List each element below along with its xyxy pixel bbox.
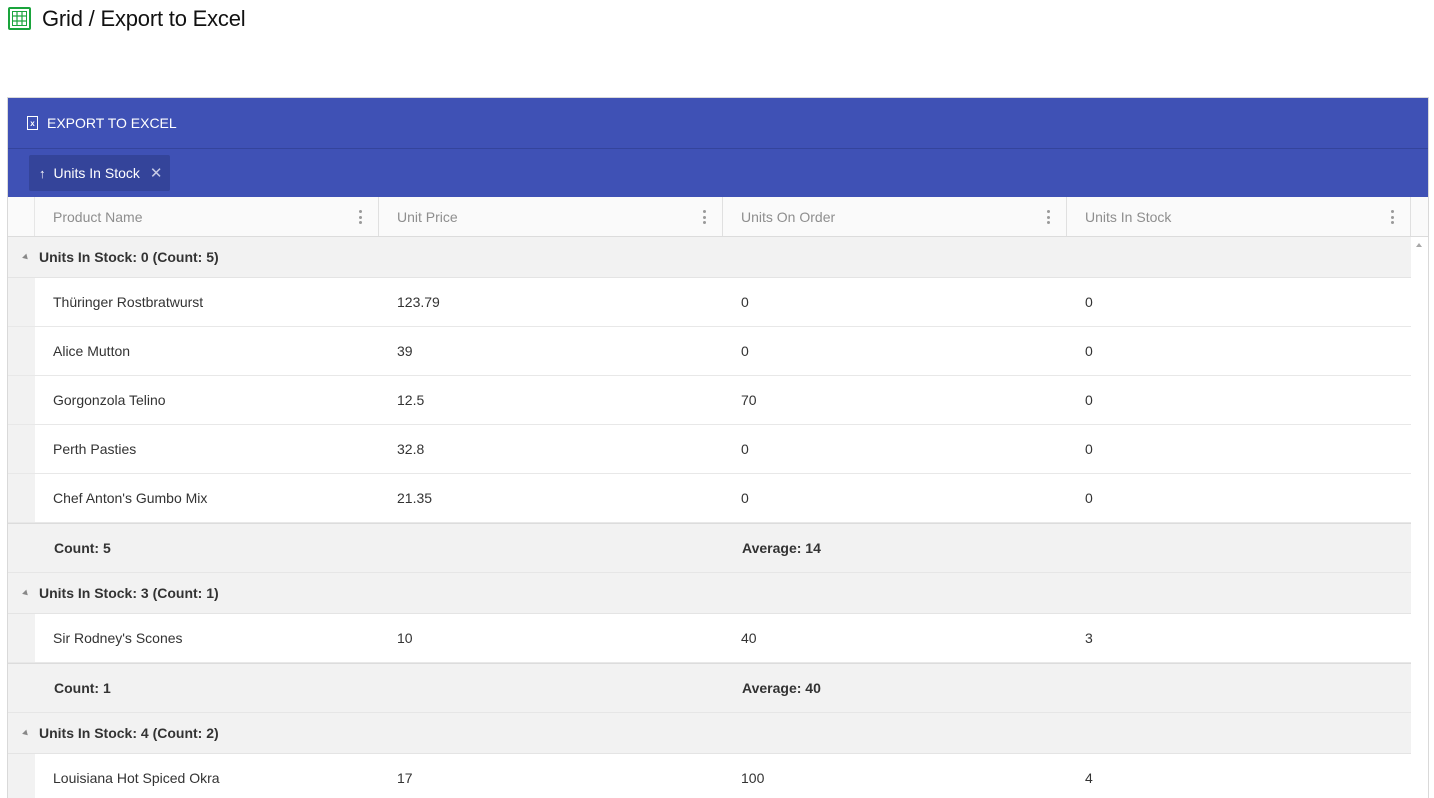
cell-product-name[interactable]: Gorgonzola Telino [35, 376, 379, 424]
group-footer-row: Count: 1 Average: 40 [8, 663, 1412, 713]
grid-rows: Units In Stock: 0 (Count: 5) Thüringer R… [8, 237, 1412, 798]
group-indent [8, 425, 35, 473]
table-row[interactable]: Thüringer Rostbratwurst 123.79 0 0 [8, 278, 1412, 327]
grid-body: Units In Stock: 0 (Count: 5) Thüringer R… [8, 237, 1428, 798]
column-menu-icon[interactable] [703, 210, 706, 224]
cell-units-on-order[interactable]: 0 [723, 327, 1067, 375]
footer-empty [379, 524, 723, 572]
group-indent [8, 327, 35, 375]
table-row[interactable]: Gorgonzola Telino 12.5 70 0 [8, 376, 1412, 425]
cell-units-in-stock[interactable]: 0 [1067, 425, 1412, 473]
footer-count: Count: 1 [54, 680, 111, 696]
cell-units-in-stock[interactable]: 0 [1067, 376, 1412, 424]
collapse-arrow-icon[interactable] [22, 589, 30, 597]
collapse-arrow-icon[interactable] [22, 253, 30, 261]
group-indent [8, 664, 35, 712]
column-menu-icon[interactable] [1047, 210, 1050, 224]
cell-units-in-stock[interactable]: 0 [1067, 474, 1412, 522]
cell-product-name[interactable]: Chef Anton's Gumbo Mix [35, 474, 379, 522]
cell-unit-price[interactable]: 17 [379, 754, 723, 798]
group-row[interactable]: Units In Stock: 3 (Count: 1) [8, 573, 1412, 614]
group-header-label: Units In Stock: 0 (Count: 5) [39, 249, 219, 265]
column-header-label: Units On Order [741, 208, 836, 225]
group-indent [8, 524, 35, 572]
column-header-units-in-stock[interactable]: Units In Stock [1067, 197, 1411, 236]
cell-unit-price[interactable]: 10 [379, 614, 723, 662]
group-row[interactable]: Units In Stock: 4 (Count: 2) [8, 713, 1412, 754]
column-header-label: Unit Price [397, 208, 458, 225]
group-chip-units-in-stock[interactable]: ↑ Units In Stock ✕ [29, 155, 171, 191]
footer-empty [1067, 524, 1411, 572]
group-panel: ↑ Units In Stock ✕ [8, 149, 1428, 197]
cell-units-in-stock[interactable]: 4 [1067, 754, 1412, 798]
collapse-arrow-icon[interactable] [22, 729, 30, 737]
table-row[interactable]: Chef Anton's Gumbo Mix 21.35 0 0 [8, 474, 1412, 523]
excel-file-icon: x [27, 116, 38, 130]
grid-toolbar: x EXPORT TO EXCEL [8, 98, 1428, 149]
cell-units-in-stock[interactable]: 0 [1067, 278, 1412, 326]
vertical-scrollbar[interactable] [1411, 237, 1428, 798]
group-indent-header [8, 197, 35, 236]
export-button-label: EXPORT TO EXCEL [47, 115, 177, 131]
column-header-label: Units In Stock [1085, 208, 1172, 225]
footer-empty [379, 664, 723, 712]
cell-units-on-order[interactable]: 0 [723, 278, 1067, 326]
cell-units-in-stock[interactable]: 0 [1067, 327, 1412, 375]
footer-average: Average: 14 [742, 540, 821, 556]
cell-unit-price[interactable]: 12.5 [379, 376, 723, 424]
group-indent [8, 278, 35, 326]
data-grid: x EXPORT TO EXCEL ↑ Units In Stock ✕ Pro… [7, 97, 1429, 798]
group-header-label: Units In Stock: 4 (Count: 2) [39, 725, 219, 741]
footer-count: Count: 5 [54, 540, 111, 556]
cell-product-name[interactable]: Thüringer Rostbratwurst [35, 278, 379, 326]
cell-unit-price[interactable]: 21.35 [379, 474, 723, 522]
cell-product-name[interactable]: Sir Rodney's Scones [35, 614, 379, 662]
page-header: Grid / Export to Excel [0, 0, 1434, 40]
column-header-units-on-order[interactable]: Units On Order [723, 197, 1067, 236]
group-footer-row: Count: 5 Average: 14 [8, 523, 1412, 573]
column-header-label: Product Name [53, 208, 143, 225]
cell-units-on-order[interactable]: 0 [723, 474, 1067, 522]
column-header-row: Product Name Unit Price Units On Order U… [8, 197, 1428, 237]
table-row[interactable]: Alice Mutton 39 0 0 [8, 327, 1412, 376]
cell-product-name[interactable]: Louisiana Hot Spiced Okra [35, 754, 379, 798]
cell-units-on-order[interactable]: 100 [723, 754, 1067, 798]
cell-product-name[interactable]: Perth Pasties [35, 425, 379, 473]
footer-average: Average: 40 [742, 680, 821, 696]
remove-group-icon[interactable]: ✕ [150, 164, 163, 182]
cell-units-on-order[interactable]: 40 [723, 614, 1067, 662]
column-header-unit-price[interactable]: Unit Price [379, 197, 723, 236]
sort-ascending-icon[interactable]: ↑ [39, 166, 46, 181]
cell-units-on-order[interactable]: 0 [723, 425, 1067, 473]
table-row[interactable]: Sir Rodney's Scones 10 40 3 [8, 614, 1412, 663]
column-header-product-name[interactable]: Product Name [35, 197, 379, 236]
cell-units-in-stock[interactable]: 3 [1067, 614, 1412, 662]
grid-icon [8, 7, 31, 30]
group-row[interactable]: Units In Stock: 0 (Count: 5) [8, 237, 1412, 278]
cell-unit-price[interactable]: 32.8 [379, 425, 723, 473]
scroll-up-icon[interactable] [1416, 243, 1422, 247]
column-menu-icon[interactable] [359, 210, 362, 224]
group-chip-label: Units In Stock [53, 165, 140, 181]
footer-empty [1067, 664, 1411, 712]
header-scroll-spacer [1411, 197, 1428, 236]
table-row[interactable]: Louisiana Hot Spiced Okra 17 100 4 [8, 754, 1412, 798]
cell-units-on-order[interactable]: 70 [723, 376, 1067, 424]
group-indent [8, 474, 35, 522]
export-to-excel-button[interactable]: x EXPORT TO EXCEL [27, 115, 177, 131]
group-header-label: Units In Stock: 3 (Count: 1) [39, 585, 219, 601]
group-indent [8, 376, 35, 424]
group-indent [8, 754, 35, 798]
cell-unit-price[interactable]: 123.79 [379, 278, 723, 326]
page-title: Grid / Export to Excel [42, 6, 246, 31]
group-indent [8, 614, 35, 662]
table-row[interactable]: Perth Pasties 32.8 0 0 [8, 425, 1412, 474]
cell-product-name[interactable]: Alice Mutton [35, 327, 379, 375]
column-menu-icon[interactable] [1391, 210, 1394, 224]
cell-unit-price[interactable]: 39 [379, 327, 723, 375]
